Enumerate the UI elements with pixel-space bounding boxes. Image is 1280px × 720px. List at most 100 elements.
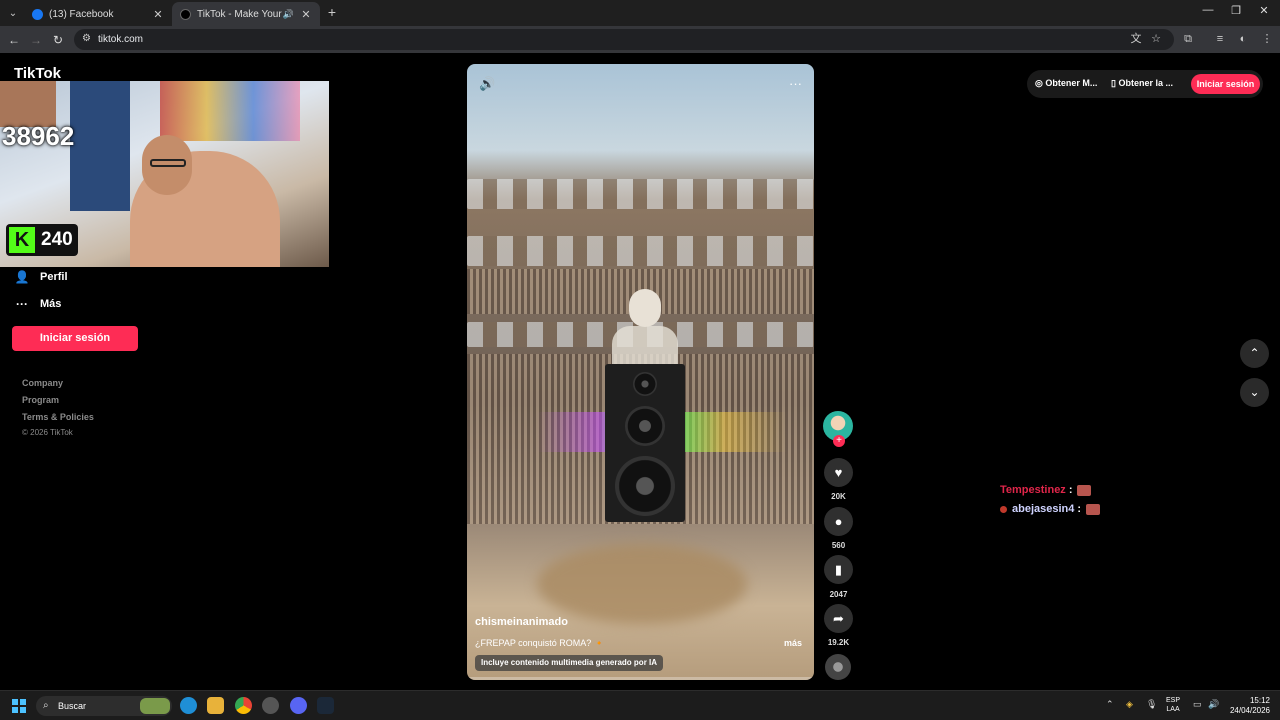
video-author[interactable]: chismeinanimado — [475, 616, 568, 628]
get-desktop-label: Obtener la ... — [1118, 78, 1173, 88]
like-count: 20K — [831, 492, 846, 501]
colosseum-arches-middle — [467, 236, 814, 266]
search-icon: ⌕ — [43, 700, 49, 711]
forward-arrow-icon[interactable]: → — [28, 32, 44, 48]
video-description: ¿FREPAP conquistó ROMA? 🔸 — [475, 638, 605, 648]
description-more-link[interactable]: más — [784, 638, 802, 648]
tab-facebook[interactable]: (13) Facebook ✕ — [24, 2, 172, 26]
more-dots-icon: ··· — [16, 297, 28, 311]
get-app-button[interactable]: ◎ Obtener M... — [1035, 78, 1097, 89]
follow-plus-icon[interactable]: + — [833, 435, 845, 447]
save-count: 2047 — [829, 590, 848, 599]
tiktok-favicon-icon — [180, 8, 191, 20]
tab-audio-icon[interactable]: 🔊 — [283, 9, 294, 20]
url-text: tiktok.com — [98, 34, 144, 45]
chat-separator: : — [1068, 484, 1073, 496]
language-indicator[interactable]: ESP LAA — [1166, 696, 1180, 714]
webcam-overlay: 38962 K 240 — [0, 81, 329, 267]
kick-logo-icon: K — [9, 227, 35, 253]
sidebar-item-more[interactable]: ··· Más — [14, 293, 234, 315]
bookmark-star-icon[interactable]: ☆ — [1149, 32, 1163, 46]
copyright: © 2026 TikTok — [22, 428, 73, 437]
volume-tray-icon[interactable]: 🔊 — [1208, 699, 1219, 710]
close-tab-icon[interactable]: ✕ — [300, 8, 312, 21]
comment-icon[interactable]: ● — [824, 507, 853, 536]
display-icon[interactable]: ▭ — [1193, 699, 1202, 710]
search-highlight-icon — [140, 698, 170, 714]
search-placeholder: Buscar — [58, 701, 87, 711]
webcam-door — [70, 81, 130, 211]
address-bar[interactable]: ⚙ tiktok.com — [74, 29, 1174, 50]
chat-emote-icon — [1077, 484, 1092, 496]
speaker-mid — [625, 406, 665, 446]
windows-taskbar: ⌕ Buscar ⌃ ◈ 🎙 ESP LAA ▭ 🔊 15:12 24/04/2… — [0, 690, 1280, 720]
tab-title: TikTok - Make Your Day — [197, 8, 283, 20]
speaker-tweeter — [633, 372, 657, 396]
sidebar-item-profile[interactable]: 👤 Perfil — [14, 266, 234, 288]
profile-icon[interactable]: ◐ — [1236, 32, 1250, 46]
new-tab-plus-icon[interactable]: + — [324, 4, 340, 20]
overlay-counter: 38962 — [2, 121, 75, 151]
next-video-chevron-down-icon[interactable]: ⌄ — [1240, 378, 1269, 407]
site-info-icon[interactable]: ⚙ — [82, 33, 91, 44]
chat-separator: : — [1077, 503, 1082, 515]
close-window-icon[interactable]: ✕ — [1254, 4, 1274, 17]
footer-link-program[interactable]: Program — [22, 395, 59, 405]
extensions-icon[interactable]: ⧉ — [1181, 32, 1195, 46]
close-tab-icon[interactable]: ✕ — [152, 8, 164, 21]
clock-time: 15:12 — [1249, 696, 1270, 705]
tab-title: (13) Facebook — [49, 8, 114, 20]
maximize-icon[interactable]: ❐ — [1226, 4, 1246, 17]
chat-badge-icon — [1000, 505, 1007, 513]
video-more-icon[interactable]: ··· — [789, 76, 802, 91]
chat-message: Tempestinez : — [1000, 484, 1092, 496]
video-progress-bar[interactable] — [467, 677, 814, 680]
get-desktop-button[interactable]: ▯ Obtener la ... — [1111, 78, 1173, 89]
tray-chevron-up-icon[interactable]: ⌃ — [1106, 699, 1114, 710]
discord-icon[interactable] — [290, 697, 307, 714]
video-player[interactable]: 🔊 ··· chismeinanimado ¿FREPAP conquistó … — [467, 64, 814, 680]
minimize-icon[interactable]: — — [1198, 4, 1218, 16]
share-count: 19.2K — [827, 638, 850, 647]
tab-search-chevron-icon[interactable]: ⌄ — [4, 4, 22, 22]
previous-video-chevron-up-icon[interactable]: ⌃ — [1240, 339, 1269, 368]
tiktok-logo[interactable]: TikTok — [14, 65, 61, 82]
share-arrow-icon[interactable]: ➦ — [824, 604, 853, 633]
file-explorer-icon[interactable] — [207, 697, 224, 714]
ai-content-label: Incluye contenido multimedia generado po… — [475, 655, 664, 671]
keyboard-layout: LAA — [1166, 706, 1180, 713]
chrome-icon[interactable] — [235, 697, 252, 714]
media-control-icon[interactable]: ≡ — [1213, 32, 1227, 46]
footer-link-terms[interactable]: Terms & Policies — [22, 412, 94, 422]
reload-icon[interactable]: ↻ — [50, 32, 66, 48]
translate-icon[interactable]: 文 — [1129, 32, 1143, 46]
clock-date: 24/04/2026 — [1229, 706, 1270, 715]
sidebar-login-button[interactable]: Iniciar sesión — [12, 326, 138, 351]
top-right-actions: ◎ Obtener M... ▯ Obtener la ... Iniciar … — [1027, 70, 1263, 98]
chat-message: abejasesin4 : — [1000, 503, 1101, 515]
taskbar-search[interactable]: ⌕ Buscar — [36, 696, 172, 716]
top-login-button[interactable]: Iniciar sesión — [1191, 74, 1260, 94]
music-disc-icon[interactable] — [825, 654, 851, 680]
sidebar-item-label: Perfil — [40, 271, 68, 283]
like-heart-icon[interactable]: ♥ — [824, 458, 853, 487]
facebook-favicon-icon — [32, 8, 43, 20]
bookmark-icon[interactable]: ▮ — [824, 555, 853, 584]
tray-app-icon[interactable]: ◈ — [1126, 699, 1133, 710]
volume-icon[interactable]: 🔊 — [479, 76, 495, 92]
tab-tiktok[interactable]: TikTok - Make Your Day 🔊 ✕ — [172, 2, 320, 26]
steam-icon[interactable] — [317, 697, 334, 714]
kick-viewer-badge: K 240 — [6, 224, 78, 256]
webcam-shelf — [160, 81, 300, 141]
start-windows-icon[interactable] — [12, 699, 26, 713]
footer-link-company[interactable]: Company — [22, 378, 63, 388]
edge-icon[interactable] — [180, 697, 197, 714]
menu-dots-icon[interactable]: ⋮ — [1260, 32, 1274, 46]
kick-viewer-count: 240 — [41, 229, 73, 250]
obs-icon[interactable] — [262, 697, 279, 714]
microphone-icon[interactable]: 🎙 — [1146, 699, 1157, 710]
browser-toolbar: ← → ↻ ⚙ tiktok.com 文 ☆ ⧉ ≡ ◐ ⋮ — [0, 26, 1280, 53]
chat-username: Tempestinez — [1000, 484, 1066, 496]
back-arrow-icon[interactable]: ← — [6, 32, 22, 48]
taskbar-clock[interactable]: 15:12 24/04/2026 — [1226, 696, 1270, 716]
